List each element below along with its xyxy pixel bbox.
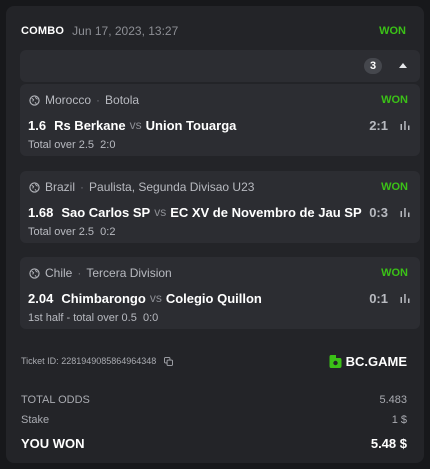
- vs-label: vs: [129, 118, 142, 132]
- selection-odd: 1.6: [28, 117, 47, 133]
- selection-status: WON: [381, 181, 408, 193]
- globe-icon: [29, 181, 40, 193]
- separator-dot: ·: [80, 180, 85, 194]
- bet-date: Jun 17, 2023, 13:27: [72, 24, 179, 38]
- selection-odd: 1.68: [28, 204, 54, 220]
- payout-label: YOU WON: [21, 436, 85, 451]
- market-line: 1st half - total over 0.5 0:0: [28, 312, 158, 324]
- match-score: 0:1: [369, 290, 388, 306]
- market-line: Total over 2.5 2:0: [28, 139, 115, 151]
- market-line: Total over 2.5 0:2: [28, 226, 115, 238]
- market-name: Total over 2.5: [28, 139, 95, 151]
- league-name: Paulista, Segunda Divisao U23: [89, 180, 255, 194]
- league-line: Chile · Tercera Division WON: [29, 266, 408, 280]
- bar-chart-icon[interactable]: [400, 293, 410, 303]
- vs-label: vs: [149, 291, 162, 305]
- country-name: Morocco: [45, 93, 92, 107]
- copy-icon[interactable]: [164, 356, 174, 366]
- league-name: Tercera Division: [86, 266, 172, 280]
- slip-header: COMBO Jun 17, 2023, 13:27 WON: [21, 22, 406, 40]
- ticket-id-line: Ticket ID: 2281949085864964348: [21, 356, 174, 366]
- bet-slip-card: COMBO Jun 17, 2023, 13:27 WON 3 Morocco …: [6, 6, 424, 463]
- stake-row: Stake 1 $: [21, 414, 407, 426]
- league-line: Brazil · Paulista, Segunda Divisao U23 W…: [29, 180, 408, 194]
- ticket-id: 2281949085864964348: [61, 356, 157, 366]
- stake-value: 1 $: [391, 414, 407, 426]
- bar-chart-icon[interactable]: [400, 207, 410, 217]
- separator-dot: ·: [77, 266, 82, 280]
- globe-icon: [29, 94, 40, 106]
- match-score: 0:3: [369, 204, 388, 220]
- match-line: 2.04 Chimbarongo vs Colegio Quillon 0:1: [28, 289, 410, 307]
- market-result: 0:2: [100, 226, 116, 238]
- away-team[interactable]: Union Touarga: [146, 118, 237, 133]
- market-result: 0:0: [142, 312, 159, 324]
- globe-icon: [29, 267, 40, 279]
- away-team[interactable]: EC XV de Novembro de Jau SP: [170, 205, 361, 220]
- payout-row: YOU WON 5.48 $: [21, 436, 407, 451]
- country-name: Chile: [45, 266, 73, 280]
- market-result: 2:0: [100, 139, 116, 151]
- selection-item: Morocco · Botola WON 1.6 Rs Berkane vs U…: [20, 84, 420, 156]
- match-line: 1.6 Rs Berkane vs Union Touarga 2:1: [28, 116, 410, 134]
- market-name: Total over 2.5: [28, 226, 95, 238]
- selection-status: WON: [381, 94, 408, 106]
- selection-status: WON: [381, 267, 408, 279]
- selection-item: Brazil · Paulista, Segunda Divisao U23 W…: [20, 171, 420, 243]
- total-odds-value: 5.483: [379, 394, 407, 406]
- stake-label: Stake: [21, 414, 50, 426]
- match-score: 2:1: [369, 117, 388, 133]
- brand-name: BC.GAME: [345, 354, 407, 369]
- league-name: Botola: [105, 93, 140, 107]
- home-team[interactable]: Chimbarongo: [61, 291, 146, 306]
- ticket-id-label: Ticket ID:: [21, 356, 59, 366]
- brand: BC.GAME: [329, 354, 407, 369]
- league-line: Morocco · Botola WON: [29, 93, 408, 107]
- caret-up-icon[interactable]: [399, 63, 407, 68]
- total-odds-label: TOTAL ODDS: [21, 394, 90, 406]
- payout-value: 5.48 $: [370, 436, 407, 451]
- bar-chart-icon[interactable]: [400, 120, 410, 130]
- vs-label: vs: [154, 205, 167, 219]
- bc-game-logo-icon: [329, 355, 342, 368]
- selection-odd: 2.04: [28, 290, 54, 306]
- match-line: 1.68 Sao Carlos SP vs EC XV de Novembro …: [28, 203, 410, 221]
- market-name: 1st half - total over 0.5: [28, 312, 137, 324]
- selection-item: Chile · Tercera Division WON 2.04 Chimba…: [20, 257, 420, 329]
- home-team[interactable]: Rs Berkane: [54, 118, 126, 133]
- total-odds-row: TOTAL ODDS 5.483: [21, 394, 407, 406]
- selections-toggle[interactable]: 3: [20, 50, 420, 82]
- selections-count: 3: [364, 58, 382, 74]
- slip-status: WON: [379, 25, 406, 37]
- bet-type: COMBO: [21, 25, 65, 37]
- home-team[interactable]: Sao Carlos SP: [61, 205, 150, 220]
- separator-dot: ·: [96, 93, 101, 107]
- away-team[interactable]: Colegio Quillon: [166, 291, 262, 306]
- country-name: Brazil: [45, 180, 76, 194]
